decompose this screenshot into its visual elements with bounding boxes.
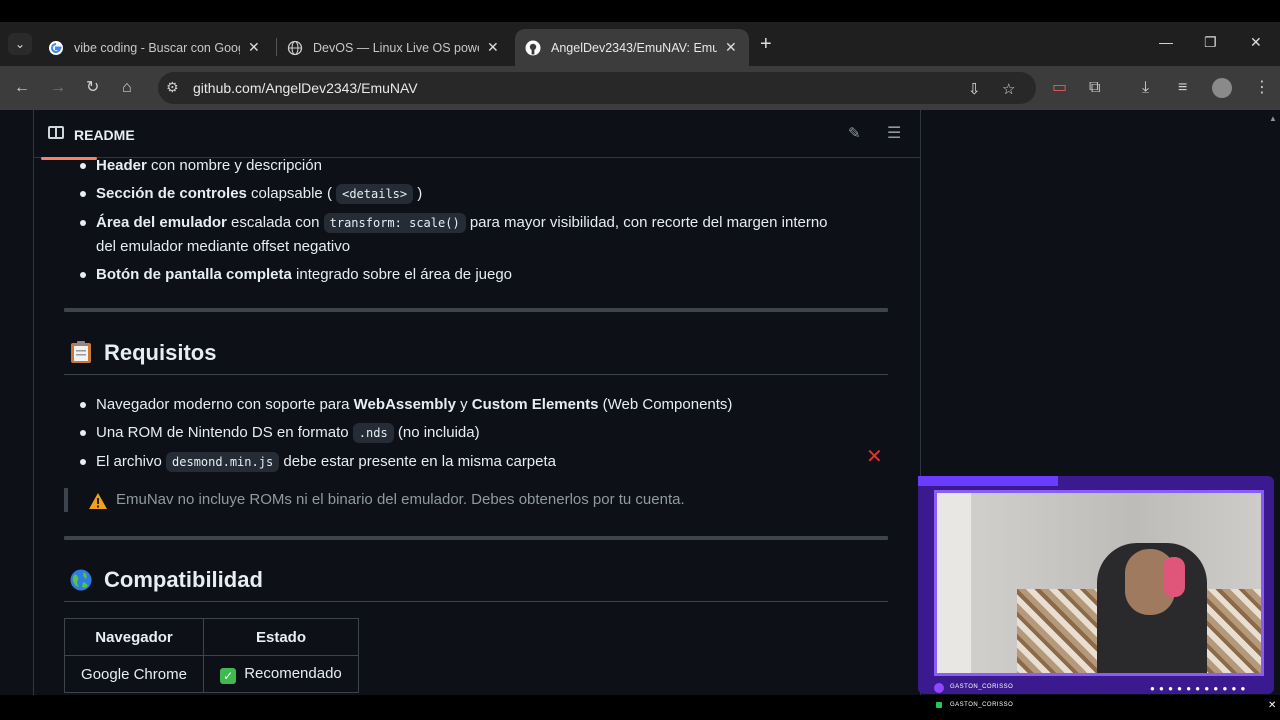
tab-title: AngelDev2343/EmuNAV: EmuN <box>551 40 717 55</box>
outline-list-icon[interactable]: ☰ <box>887 123 901 143</box>
streamer-username: GASTON_CORISSO <box>950 684 1014 690</box>
list-item: Área del emulador escalada con transform… <box>96 213 828 255</box>
bookmark-star-icon[interactable]: ☆ <box>1002 80 1015 98</box>
menu-kebab-icon[interactable]: ⋮ <box>1254 78 1270 98</box>
check-mark-icon: ✓ <box>220 667 237 684</box>
list-item: El archivo desmond.min.js debe estar pre… <box>96 452 557 472</box>
compat-table: Navegador Estado Google Chrome ✓ Recomend… <box>64 618 359 693</box>
close-overlay-icon[interactable]: ✕ <box>1268 700 1276 711</box>
edit-pencil-icon[interactable]: ✎ <box>848 124 861 142</box>
warning-note: EmuNav no incluye ROMs ni el binario del… <box>116 491 685 508</box>
forward-icon[interactable]: → <box>50 78 66 98</box>
blockquote-bar <box>64 488 68 512</box>
table-cell: ✓ Recomendado <box>203 655 359 693</box>
close-icon[interactable]: ✕ <box>866 444 883 469</box>
kick-icon <box>936 702 942 708</box>
site-info-icon[interactable]: ⚙ <box>166 79 179 96</box>
close-tab-icon[interactable]: ✕ <box>248 39 260 56</box>
compatibilidad-heading[interactable]: Compatibilidad <box>70 567 263 593</box>
list-item: Botón de pantalla completa integrado sob… <box>96 266 513 283</box>
downloads-icon[interactable]: ⤓ <box>1142 78 1149 98</box>
tab-search-button[interactable]: ⌄ <box>8 33 32 55</box>
restore-icon[interactable]: ❐ <box>1204 34 1217 51</box>
overlay-accent <box>918 476 1058 486</box>
globe-emoji-icon <box>70 569 92 591</box>
tab-google-search[interactable]: vibe coding - Buscar con Googl ✕ <box>38 29 272 66</box>
tab-strip: ⌄ vibe coding - Buscar con Googl ✕ DevOS… <box>0 22 1280 66</box>
clipboard-icon <box>71 341 91 363</box>
scroll-up-icon[interactable]: ▲ <box>1269 114 1277 123</box>
google-icon <box>49 40 63 55</box>
list-bullet <box>80 163 86 169</box>
close-window-icon[interactable]: ✕ <box>1250 34 1262 51</box>
section-divider <box>64 536 888 540</box>
new-tab-icon[interactable]: + <box>760 33 772 56</box>
heading-rule <box>64 601 888 602</box>
table-header-row: Navegador Estado <box>64 618 359 656</box>
list-item: Una ROM de Nintendo DS en formato .nds (… <box>96 423 480 443</box>
table-header: Navegador <box>64 618 204 656</box>
list-item: Navegador moderno con soporte para WebAs… <box>96 396 733 413</box>
readme-label[interactable]: README <box>74 127 135 143</box>
readme-header: README ✎ ☰ <box>34 110 920 158</box>
back-icon[interactable]: ← <box>14 78 30 98</box>
list-item: Sección de controles colapsable ( <detai… <box>96 184 423 204</box>
globe-icon <box>287 40 303 55</box>
active-tab-underline <box>41 157 97 160</box>
table-row: Google Chrome ✓ Recomendado <box>64 655 359 693</box>
tab-title: vibe coding - Buscar con Googl <box>74 40 240 55</box>
webcam-feed <box>934 490 1264 676</box>
profile-avatar[interactable] <box>1212 78 1232 98</box>
list-bullet <box>80 191 86 197</box>
list-bullet <box>80 430 86 436</box>
tab-devos[interactable]: DevOS — Linux Live OS powere ✕ <box>277 29 511 66</box>
headphones-icon <box>1163 557 1185 597</box>
table-cell: Google Chrome <box>64 655 204 693</box>
close-tab-icon[interactable]: ✕ <box>725 39 737 56</box>
streamer-username-alt: GASTON_CORISSO <box>950 702 1014 708</box>
list-bullet <box>80 220 86 226</box>
minimize-icon[interactable]: — <box>1159 34 1173 50</box>
webcam-overlay <box>918 476 1274 694</box>
address-bar[interactable]: ⚙ github.com/AngelDev2343/EmuNAV ⇩ ☆ <box>158 72 1036 104</box>
webcam-curtain <box>937 493 971 673</box>
tab-emunav[interactable]: AngelDev2343/EmuNAV: EmuN ✕ <box>515 29 749 66</box>
reload-icon[interactable]: ↻ <box>86 78 99 98</box>
list-item: Header con nombre y descripción <box>96 157 322 174</box>
table-header: Estado <box>203 618 359 656</box>
list-bullet <box>80 402 86 408</box>
twitch-icon <box>934 683 944 693</box>
extensions-icon[interactable]: ⧉ <box>1089 78 1100 98</box>
warning-icon <box>89 493 107 509</box>
list-bullet <box>80 272 86 278</box>
heading-rule <box>64 374 888 375</box>
install-app-icon[interactable]: ⇩ <box>968 80 981 98</box>
requisitos-heading[interactable]: Requisitos <box>70 340 216 366</box>
tab-title: DevOS — Linux Live OS powere <box>313 40 479 55</box>
list-bullet <box>80 459 86 465</box>
book-icon <box>48 126 64 139</box>
github-icon <box>525 40 541 55</box>
media-control-icon[interactable]: ≡ <box>1178 78 1187 98</box>
home-icon[interactable]: ⌂ <box>122 78 132 98</box>
section-divider <box>64 308 888 312</box>
decorative-dots: ● ● ● ● ● ● ● ● ● ● ● <box>1150 684 1247 693</box>
close-tab-icon[interactable]: ✕ <box>487 39 499 56</box>
url-text[interactable]: github.com/AngelDev2343/EmuNAV <box>193 80 418 96</box>
browser-toolbar: ← → ↻ ⌂ ⚙ github.com/AngelDev2343/EmuNAV… <box>0 66 1280 110</box>
cast-icon[interactable]: ▭ <box>1052 78 1067 98</box>
